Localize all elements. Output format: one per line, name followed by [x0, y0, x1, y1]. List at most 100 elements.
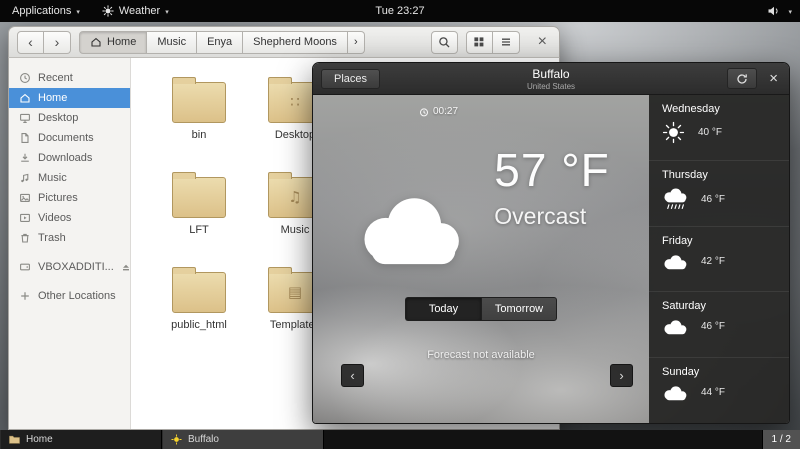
- workspace-indicator[interactable]: 1 / 2: [762, 430, 800, 449]
- current-conditions: 57 °F Overcast: [313, 147, 649, 266]
- folder-label: Music: [281, 224, 310, 236]
- weather-app-icon: [102, 5, 114, 17]
- folder-icon: [172, 82, 226, 123]
- forecast-message: Forecast not available: [313, 349, 649, 361]
- menu-icon[interactable]: [493, 31, 520, 54]
- cloud-icon: [662, 253, 688, 270]
- weather-icon: [171, 434, 182, 445]
- overcast-cloud-icon: [352, 191, 466, 266]
- refresh-button[interactable]: [727, 68, 757, 89]
- system-status-area[interactable]: ▾: [767, 5, 792, 17]
- disk-icon: [19, 261, 31, 273]
- sidebar-item-trash[interactable]: Trash: [9, 228, 130, 248]
- folder-bin[interactable]: bin: [151, 74, 247, 169]
- folder-icon: [172, 272, 226, 313]
- applications-menu-label: Applications: [12, 5, 71, 17]
- music-icon: [19, 172, 31, 184]
- desktop-icon: [19, 112, 31, 124]
- tab-today[interactable]: Today: [405, 297, 481, 321]
- forecast-saturday[interactable]: Saturday 46 °F: [649, 292, 789, 358]
- places-button[interactable]: Places: [321, 69, 380, 89]
- chevron-down-icon: ▾: [788, 8, 792, 16]
- pictures-icon: [19, 192, 31, 204]
- eject-icon[interactable]: [121, 262, 131, 272]
- search-button[interactable]: [431, 31, 458, 54]
- breadcrumb-enya[interactable]: Enya: [197, 31, 243, 54]
- home-icon: [19, 92, 31, 104]
- refresh-icon: [736, 73, 748, 85]
- sidebar-item-downloads[interactable]: Downloads: [9, 148, 130, 168]
- rain-icon: [662, 187, 688, 212]
- location-title: Buffalo: [313, 67, 789, 81]
- folder-label: Desktop: [275, 129, 315, 141]
- back-button[interactable]: ‹: [17, 31, 44, 54]
- folder-lft[interactable]: LFT: [151, 169, 247, 264]
- forward-button[interactable]: ›: [44, 31, 71, 54]
- downloads-icon: [19, 152, 31, 164]
- task-item-buffalo[interactable]: Buffalo: [162, 430, 324, 449]
- sidebar-item-music[interactable]: Music: [9, 168, 130, 188]
- chevron-down-icon: ▾: [76, 8, 80, 16]
- breadcrumb-expand-button[interactable]: ›: [348, 31, 365, 54]
- prev-button[interactable]: ‹: [341, 364, 364, 387]
- next-button[interactable]: ›: [610, 364, 633, 387]
- applications-menu[interactable]: Applications ▾: [9, 0, 83, 22]
- sidebar-item-vboxadditions[interactable]: VBOXADDITI...: [9, 257, 130, 277]
- forecast-thursday[interactable]: Thursday 46 °F: [649, 161, 789, 227]
- breadcrumb-shepherd-moons[interactable]: Shepherd Moons: [243, 31, 348, 54]
- trash-icon: [19, 232, 31, 244]
- current-temperature: 57 °F: [494, 147, 609, 193]
- weather-headerbar: Places Buffalo United States ×: [313, 63, 789, 95]
- clock[interactable]: Tue 23:27: [375, 5, 424, 17]
- sun-icon: [662, 121, 685, 144]
- other-locations-icon: [19, 290, 31, 302]
- cloud-icon: [662, 384, 688, 401]
- sidebar-item-desktop[interactable]: Desktop: [9, 108, 130, 128]
- current-condition: Overcast: [494, 203, 609, 230]
- sidebar-item-other-locations[interactable]: Other Locations: [9, 286, 130, 306]
- weather-today-view: 00:27 57 °F Overcast Today Tomorrow Fore…: [313, 95, 649, 423]
- forecast-wednesday[interactable]: Wednesday 40 °F: [649, 95, 789, 161]
- sidebar-item-videos[interactable]: Videos: [9, 208, 130, 228]
- volume-icon: [767, 5, 780, 17]
- weather-window-title: Buffalo United States: [313, 67, 789, 91]
- files-sidebar: Recent Home Desktop Documents Downloads …: [9, 58, 131, 429]
- home-icon: [90, 36, 102, 48]
- taskbar: Home Buffalo 1 / 2: [0, 430, 800, 449]
- sidebar-item-pictures[interactable]: Pictures: [9, 188, 130, 208]
- breadcrumb-music[interactable]: Music: [147, 31, 197, 54]
- weather-window: Places Buffalo United States × 00:27 57: [312, 62, 790, 424]
- weather-body: 00:27 57 °F Overcast Today Tomorrow Fore…: [313, 95, 789, 423]
- recent-icon: [19, 72, 31, 84]
- forecast-friday[interactable]: Friday 42 °F: [649, 227, 789, 293]
- files-close-button[interactable]: ×: [534, 34, 551, 50]
- folder-public-html[interactable]: public_html: [151, 264, 247, 359]
- view-grid-button[interactable]: [466, 31, 493, 54]
- weather-close-button[interactable]: ×: [766, 71, 781, 86]
- sidebar-item-recent[interactable]: Recent: [9, 68, 130, 88]
- breadcrumb: Home Music Enya Shepherd Moons ›: [79, 31, 365, 54]
- week-forecast-panel: Wednesday 40 °F Thursday 46 °F Friday 42…: [649, 95, 789, 423]
- top-bar: Applications ▾ Weather ▾ Tue 23:27 ▾: [0, 0, 800, 22]
- chevron-down-icon: ▾: [165, 8, 169, 16]
- videos-icon: [19, 212, 31, 224]
- breadcrumb-home[interactable]: Home: [79, 31, 147, 54]
- tab-tomorrow[interactable]: Tomorrow: [481, 297, 557, 321]
- time-badge: 00:27: [419, 106, 458, 117]
- forecast-sunday[interactable]: Sunday 44 °F: [649, 358, 789, 423]
- weather-app-menu[interactable]: Weather ▾: [99, 0, 172, 22]
- clock-icon: [419, 107, 429, 117]
- folder-icon: [172, 177, 226, 218]
- folder-label: public_html: [171, 319, 227, 331]
- weather-app-menu-label: Weather: [119, 5, 160, 17]
- cloud-icon: [662, 318, 688, 335]
- sidebar-item-home[interactable]: Home: [9, 88, 130, 108]
- day-tabs: Today Tomorrow: [405, 297, 557, 321]
- folder-icon: [9, 435, 20, 444]
- folder-label: LFT: [189, 224, 209, 236]
- location-subtitle: United States: [313, 82, 789, 91]
- folder-label: bin: [192, 129, 207, 141]
- sidebar-item-documents[interactable]: Documents: [9, 128, 130, 148]
- documents-icon: [19, 132, 31, 144]
- task-item-home[interactable]: Home: [0, 430, 162, 449]
